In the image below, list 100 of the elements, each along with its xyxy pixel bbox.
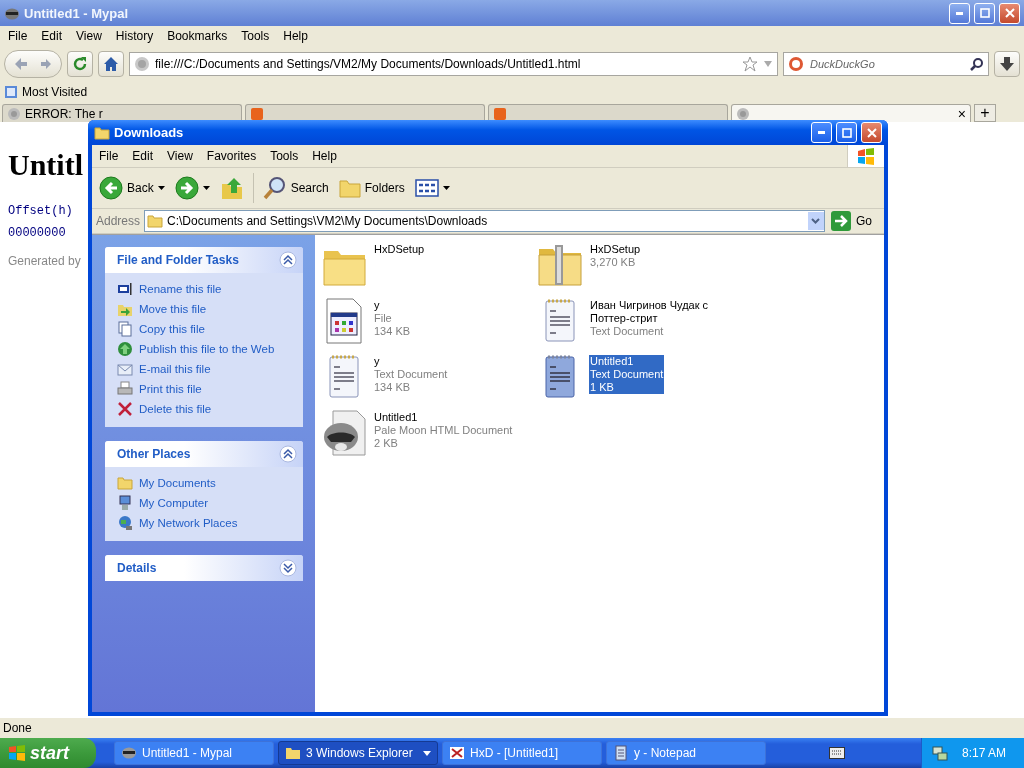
close-button[interactable] bbox=[999, 2, 1020, 24]
task-link[interactable]: Copy this file bbox=[139, 323, 205, 335]
file-detail: 134 KB bbox=[373, 325, 412, 338]
panel-title: Details bbox=[117, 561, 157, 575]
file-detail: Text Document bbox=[589, 325, 665, 338]
file-name[interactable]: HxDSetup bbox=[589, 243, 642, 256]
menu-item[interactable]: View bbox=[70, 28, 108, 44]
menu-item[interactable]: Tools bbox=[263, 148, 306, 164]
menu-item[interactable]: Help bbox=[305, 148, 344, 164]
feed-icon bbox=[493, 106, 507, 121]
keyboard-icon[interactable] bbox=[829, 747, 846, 759]
reload-button[interactable] bbox=[67, 51, 93, 77]
menu-item[interactable]: Favorites bbox=[199, 148, 264, 164]
file-detail: 3,270 KB bbox=[589, 256, 637, 269]
search-button[interactable]: Search bbox=[259, 172, 332, 204]
task-link[interactable]: Rename this file bbox=[139, 283, 222, 295]
computer-icon[interactable] bbox=[117, 495, 133, 511]
file-name[interactable]: Untitled1 bbox=[589, 355, 665, 368]
search-icon[interactable] bbox=[970, 57, 984, 71]
page-heading: Untitl bbox=[8, 148, 83, 182]
file-name[interactable]: HxDSetup bbox=[373, 243, 426, 256]
bookmark-item[interactable]: Most Visited bbox=[4, 85, 88, 99]
tab-close-button[interactable]: × bbox=[957, 105, 966, 122]
task-link[interactable]: My Computer bbox=[139, 497, 209, 509]
home-button[interactable] bbox=[98, 51, 124, 77]
new-tab-button[interactable]: + bbox=[974, 104, 996, 122]
maximize-button[interactable] bbox=[836, 122, 857, 143]
close-icon bbox=[1004, 8, 1015, 18]
back-button[interactable]: Back bbox=[96, 172, 168, 204]
download-button[interactable] bbox=[994, 51, 1020, 77]
windows-flag-icon bbox=[8, 744, 26, 762]
menu-item[interactable]: Edit bbox=[125, 148, 161, 164]
envelope-icon[interactable] bbox=[117, 361, 133, 377]
rename-icon[interactable] bbox=[117, 281, 133, 297]
menu-item[interactable]: View bbox=[160, 148, 200, 164]
taskbar-button[interactable]: 3 Windows Explorer bbox=[278, 741, 438, 765]
printer-icon[interactable] bbox=[117, 381, 133, 397]
maximize-button[interactable] bbox=[974, 2, 995, 24]
search-field[interactable]: DuckDuckGo bbox=[783, 52, 989, 76]
network-icon[interactable] bbox=[931, 745, 948, 761]
task-link[interactable]: Delete this file bbox=[139, 403, 212, 415]
taskbar-button[interactable]: HxD - [Untitled1] bbox=[442, 741, 602, 765]
folder-icon bbox=[285, 745, 301, 761]
menu-item[interactable]: File bbox=[2, 28, 34, 44]
back-forward-button[interactable] bbox=[4, 50, 62, 78]
minimize-button[interactable] bbox=[949, 2, 970, 24]
offset-value: 00000000 bbox=[8, 226, 66, 240]
chevron-up-icon bbox=[279, 251, 297, 269]
taskbar-button[interactable]: y - Notepad bbox=[606, 741, 766, 765]
maximize-icon bbox=[979, 8, 990, 18]
minimize-button[interactable] bbox=[811, 122, 832, 143]
task-link[interactable]: Move this file bbox=[139, 303, 207, 315]
address-field[interactable]: C:\Documents and Settings\VM2\My Documents\Downloads bbox=[144, 210, 825, 232]
collapse-button[interactable] bbox=[279, 251, 297, 269]
arrow-right-icon bbox=[831, 211, 851, 231]
menu-item[interactable]: Bookmarks bbox=[161, 28, 234, 44]
file-name[interactable]: y bbox=[373, 355, 449, 368]
windows-flag-icon bbox=[856, 147, 876, 165]
file-detail: Pale Moon HTML Document bbox=[373, 424, 514, 437]
dropdown-arrow-icon[interactable] bbox=[763, 60, 773, 68]
address-field[interactable]: file:///C:/Documents and Settings/VM2/My Documents/Downloads/Untitled1.html bbox=[129, 52, 778, 76]
bookmark-star-icon[interactable] bbox=[742, 56, 758, 72]
task-link[interactable]: Print this file bbox=[139, 383, 202, 395]
back-icon[interactable] bbox=[14, 57, 28, 71]
folders-button[interactable]: Folders bbox=[335, 172, 408, 204]
menu-item[interactable]: History bbox=[109, 28, 160, 44]
forward-icon bbox=[174, 176, 199, 200]
column-header: Offset(h) bbox=[8, 204, 73, 218]
caret-icon bbox=[157, 185, 165, 191]
file-detail: 1 KB bbox=[589, 381, 665, 394]
file-name[interactable]: y bbox=[373, 299, 412, 312]
delete-icon[interactable] bbox=[117, 401, 133, 417]
file-detail: 134 KB bbox=[373, 381, 412, 394]
expand-button[interactable] bbox=[279, 559, 297, 577]
go-button[interactable]: Go bbox=[829, 210, 880, 232]
caret-icon bbox=[202, 185, 210, 191]
menu-item[interactable]: Help bbox=[277, 28, 314, 44]
browser-tab[interactable]: × bbox=[731, 104, 971, 122]
task-link[interactable]: Publish this file to the Web bbox=[139, 343, 275, 355]
document-copy-icon[interactable] bbox=[117, 321, 133, 337]
task-link[interactable]: My Documents bbox=[139, 477, 216, 489]
task-link[interactable]: E-mail this file bbox=[139, 363, 211, 375]
forward-icon[interactable] bbox=[40, 58, 52, 70]
folder-icon bbox=[147, 214, 164, 228]
file-name[interactable]: Untitled1 bbox=[373, 411, 514, 424]
menu-item[interactable]: Tools bbox=[235, 28, 276, 44]
collapse-button[interactable] bbox=[279, 445, 297, 463]
close-button[interactable] bbox=[861, 122, 882, 143]
url-text: file:///C:/Documents and Settings/VM2/My Documents/Downloads/Untitled1.html bbox=[155, 57, 582, 71]
task-link[interactable]: My Network Places bbox=[139, 517, 238, 529]
footer-text: Generated by bbox=[8, 254, 81, 268]
menu-item[interactable]: File bbox=[92, 148, 126, 164]
network-globe-icon[interactable] bbox=[117, 515, 133, 531]
file-name[interactable]: Иван Чигринов Чудак с Поттер-стрит bbox=[589, 299, 749, 325]
taskbar-button[interactable]: Untitled1 - Mypal bbox=[114, 741, 274, 765]
start-button[interactable]: start bbox=[0, 738, 96, 768]
chevron-down-icon bbox=[279, 559, 297, 577]
menu-item[interactable]: Edit bbox=[35, 28, 69, 44]
browser-tab[interactable]: ERROR: The r bbox=[2, 104, 242, 122]
dropdown-button[interactable] bbox=[808, 212, 824, 230]
